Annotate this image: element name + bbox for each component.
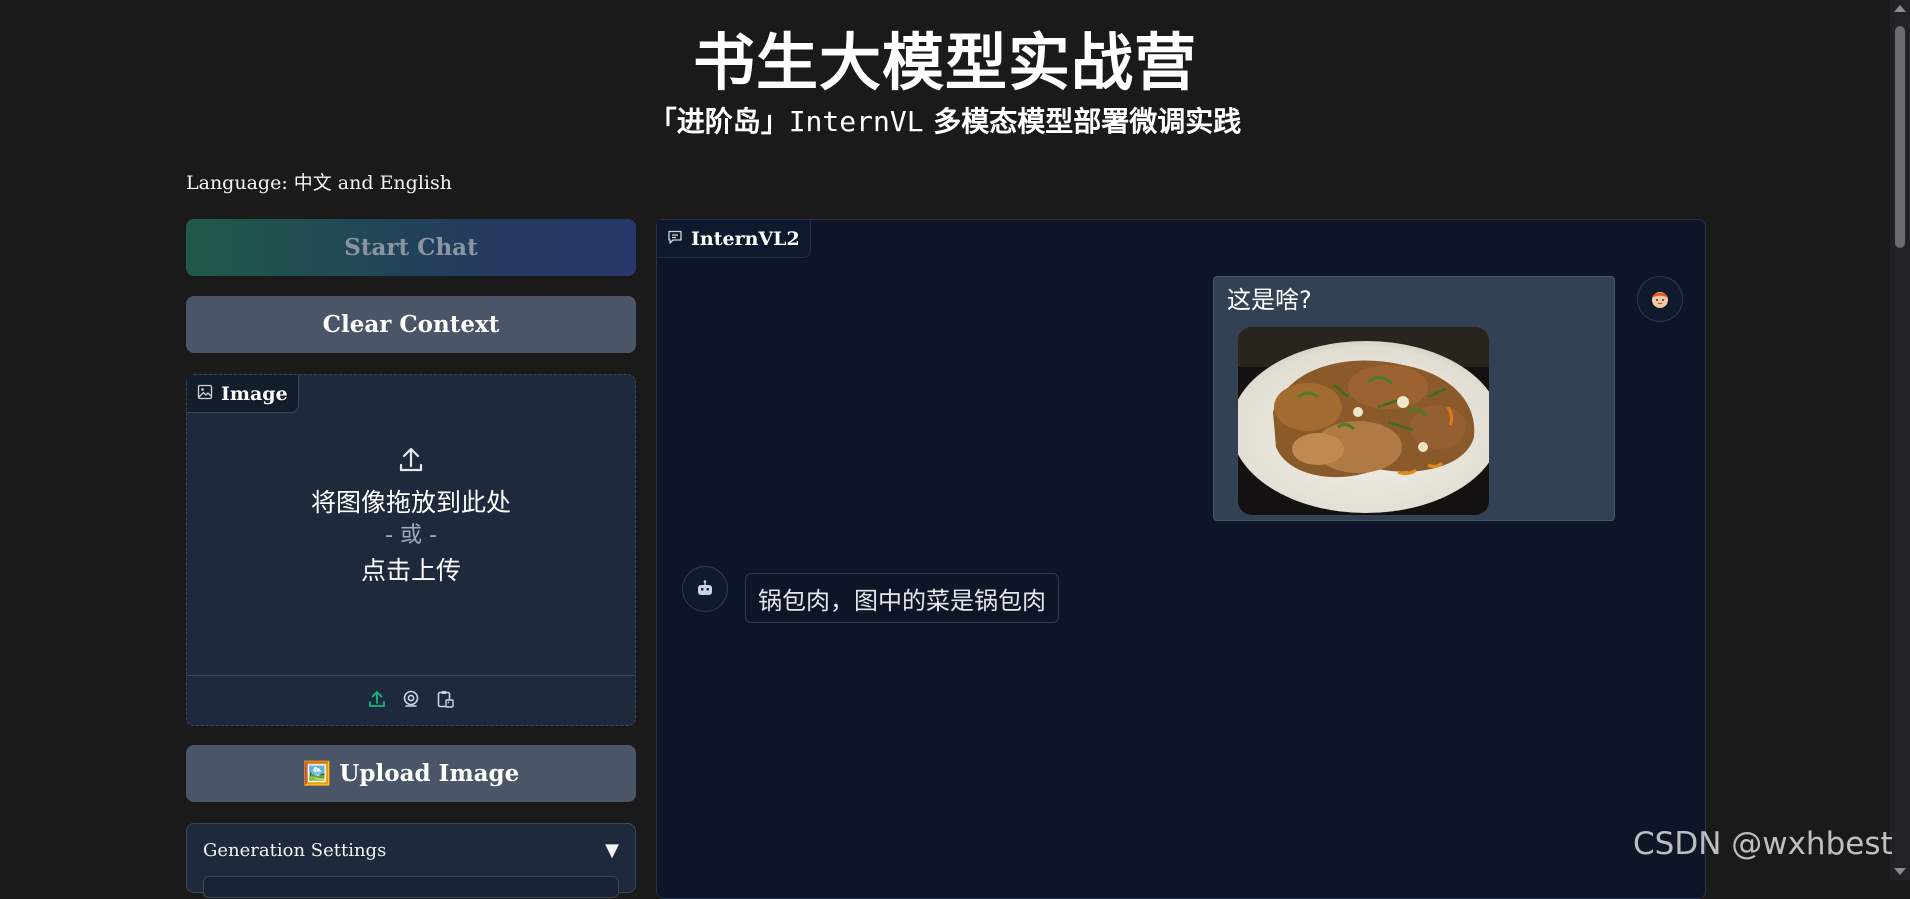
scroll-up-icon[interactable] [1894,5,1906,12]
image-icon [197,383,213,405]
watermark: CSDN @wxhbest [1633,826,1893,862]
chat-panel: InternVL2 这是啥? 锅包肉，图中的菜是锅包肉 [656,219,1706,899]
drop-instruction: 将图像拖放到此处 [310,488,511,517]
page-title: 书生大模型实战营 [692,26,1197,99]
start-chat-button[interactable]: Start Chat [186,219,636,276]
user-message-image[interactable] [1238,327,1489,515]
clipboard-icon[interactable] [435,689,455,713]
image-panel-title: Image [221,382,288,405]
upload-image-button[interactable]: 🖼️ Upload Image [186,745,636,802]
image-upload-panel[interactable]: Image 将图像拖放到此处 - 或 - 点击上传 [186,374,636,726]
chat-panel-label: InternVL2 [657,220,811,258]
scrollbar-thumb[interactable] [1895,26,1905,248]
subtitle-prefix: 「进阶岛」 [648,105,789,138]
subtitle-model-name: InternVL [788,105,924,138]
upload-icon[interactable] [367,689,387,713]
generation-settings-accordion[interactable]: Generation Settings ▼ [186,823,636,898]
image-panel-label: Image [187,375,299,413]
chat-panel-title: InternVL2 [691,227,800,250]
scroll-down-icon[interactable] [1894,868,1906,875]
generation-settings-header[interactable]: Generation Settings ▼ [187,824,635,876]
page-subtitle: 「进阶岛」InternVL 多模态模型部署微调实践 [0,104,1890,140]
user-avatar [1637,276,1683,322]
webcam-icon[interactable] [401,689,421,713]
image-source-toolbar [187,675,635,725]
clear-context-button[interactable]: Clear Context [186,296,636,353]
drop-zone[interactable]: 将图像拖放到此处 - 或 - 点击上传 [187,445,635,591]
assistant-message: 锅包肉，图中的菜是锅包肉 [745,573,1059,623]
bot-avatar [682,566,728,612]
user-message-text: 这是啥? [1227,286,1312,314]
language-note: Language: 中文 and English [186,172,452,194]
upload-arrow-icon [187,445,635,479]
subtitle-suffix: 多模态模型部署微调实践 [923,105,1242,138]
chat-bubble-icon [667,228,683,250]
generation-settings-content [203,876,619,898]
chevron-down-icon[interactable]: ▼ [605,840,619,861]
page-scrollbar[interactable] [1890,0,1910,880]
or-separator: - 或 - [385,523,437,548]
click-to-upload-text: 点击上传 [360,556,461,585]
generation-settings-label: Generation Settings [203,839,387,861]
user-message: 这是啥? [1213,276,1615,521]
